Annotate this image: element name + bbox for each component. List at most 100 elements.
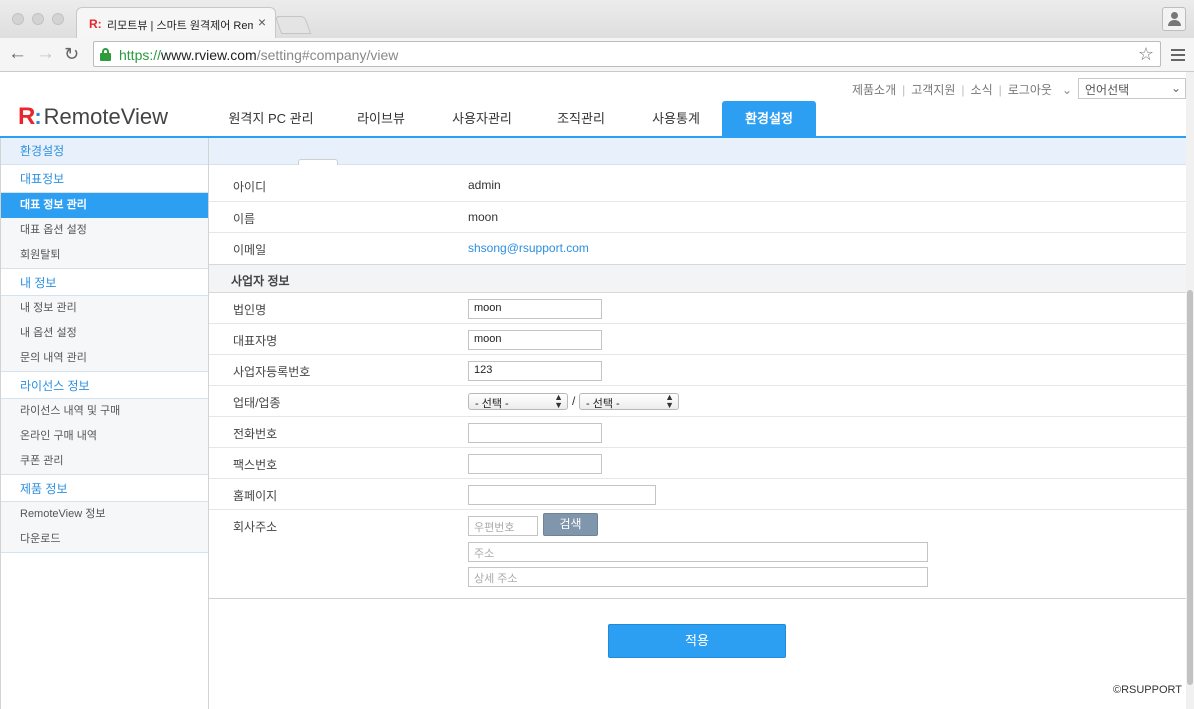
name-value: moon: [468, 210, 499, 224]
reg-number-input[interactable]: 123: [468, 361, 602, 381]
zipcode-input[interactable]: 우편번호: [468, 516, 538, 536]
star-icon[interactable]: ☆: [1138, 44, 1154, 65]
phone-input[interactable]: [468, 423, 602, 443]
id-label: 아이디: [233, 180, 267, 194]
zoom-window-icon[interactable]: [52, 13, 64, 25]
browser-tab[interactable]: R: 리모트뷰 | 스마트 원격제어 RemoteView ×: [76, 7, 276, 39]
row-name: 이름 moon: [209, 202, 1186, 233]
business-type-label: 업태/업종: [233, 396, 281, 410]
sidebar-item-online-orders[interactable]: 온라인 구매 내역: [1, 424, 208, 449]
row-reg-number: 사업자등록번호 123: [209, 355, 1186, 386]
url-text: https://www.rview.com/setting#company/vi…: [119, 47, 399, 63]
ceo-name-input[interactable]: moon: [468, 330, 602, 350]
fax-label: 팩스번호: [233, 458, 278, 472]
browser-titlebar: R: 리모트뷰 | 스마트 원격제어 RemoteView ×: [0, 0, 1194, 39]
rview-favicon-icon: R:: [89, 17, 102, 31]
sidebar-item-company-options[interactable]: 대표 옵션 설정: [1, 218, 208, 243]
sidebar-item-coupons[interactable]: 쿠폰 관리: [1, 449, 208, 474]
section-title: 사업자 정보: [231, 274, 290, 288]
nav-remote-pc[interactable]: 원격지 PC 관리: [212, 101, 330, 136]
nav-users[interactable]: 사용자관리: [432, 101, 532, 136]
main-content: 아이디 admin 이름 moon 이메일 shsong@rsupport.co…: [209, 138, 1186, 709]
sidebar-item-license-purchase[interactable]: 라이선스 내역 및 구매: [1, 399, 208, 424]
form-bottom-divider: [209, 598, 1186, 599]
menu-icon[interactable]: [1171, 49, 1185, 61]
row-ceo-name: 대표자명 moon: [209, 324, 1186, 355]
chevron-down-icon: ⌄: [1170, 81, 1181, 95]
section-business-info: 사업자 정보: [209, 264, 1186, 293]
row-business-type: 업태/업종 - 선택 - ▲ ▼ / - 선택 - ▲ ▼: [209, 386, 1186, 417]
address-label: 회사주소: [233, 520, 278, 534]
sidebar-item-my-info[interactable]: 내 정보 관리: [1, 296, 208, 321]
back-arrow-icon[interactable]: ←: [8, 44, 27, 64]
logo[interactable]: R:RemoteView: [18, 103, 168, 130]
phone-label: 전화번호: [233, 427, 278, 441]
row-address: 회사주소 우편번호 검색 주소 상세 주소: [209, 510, 1186, 594]
tab-close-icon[interactable]: ×: [258, 14, 266, 30]
sidebar-item-withdraw[interactable]: 회원탈퇴: [1, 243, 208, 268]
sidebar-item-remoteview-info[interactable]: RemoteView 정보: [1, 502, 208, 527]
link-news[interactable]: 소식: [971, 83, 993, 97]
link-support[interactable]: 고객지원: [911, 83, 955, 97]
row-email: 이메일 shsong@rsupport.com: [209, 233, 1186, 264]
updown-arrow-icon: ▲ ▼: [554, 392, 563, 410]
lock-icon: [100, 48, 111, 61]
language-select[interactable]: 언어선택 ⌄: [1078, 78, 1186, 99]
business-type-select[interactable]: - 선택 - ▲ ▼: [468, 393, 568, 410]
ceo-name-label: 대표자명: [233, 334, 278, 348]
close-window-icon[interactable]: [12, 13, 24, 25]
fax-input[interactable]: [468, 454, 602, 474]
address-detail-input[interactable]: 상세 주소: [468, 567, 928, 587]
corp-name-input[interactable]: moon: [468, 299, 602, 319]
sidebar-group-product[interactable]: 제품 정보: [1, 474, 208, 502]
row-corp-name: 법인명 moon: [209, 293, 1186, 324]
browser-toolbar: ← → ↻ https://www.rview.com/setting#comp…: [0, 38, 1194, 72]
minimize-window-icon[interactable]: [32, 13, 44, 25]
sidebar-item-company-info[interactable]: 대표 정보 관리: [1, 193, 208, 218]
sidebar: 환경설정 대표정보 대표 정보 관리 대표 옵션 설정 회원탈퇴 내 정보 내 …: [0, 138, 209, 709]
content-tab[interactable]: [298, 159, 338, 165]
address-search-button[interactable]: 검색: [543, 513, 598, 536]
row-fax: 팩스번호: [209, 448, 1186, 479]
reg-number-label: 사업자등록번호: [233, 365, 311, 379]
link-product[interactable]: 제품소개: [852, 83, 896, 97]
email-link[interactable]: shsong@rsupport.com: [468, 241, 589, 255]
business-category-select[interactable]: - 선택 - ▲ ▼: [579, 393, 679, 410]
page: 제품소개 | 고객지원 | 소식 | 로그아웃 ⌄ 언어선택 ⌄ R:RemoteView 원격…: [0, 72, 1194, 709]
nav-settings[interactable]: 환경설정: [722, 101, 816, 136]
address-bar[interactable]: https://www.rview.com/setting#company/vi…: [93, 41, 1161, 67]
email-label: 이메일: [233, 243, 267, 257]
nav-organization[interactable]: 조직관리: [532, 101, 630, 136]
sidebar-item-inquiries[interactable]: 문의 내역 관리: [1, 346, 208, 371]
homepage-label: 홈페이지: [233, 489, 278, 503]
page-scrollbar[interactable]: [1186, 72, 1194, 709]
nav-liveview[interactable]: 라이브뷰: [330, 101, 432, 136]
id-value: admin: [468, 178, 501, 192]
new-tab-button[interactable]: [274, 16, 312, 34]
sidebar-group-my-info[interactable]: 내 정보: [1, 268, 208, 296]
row-phone: 전화번호: [209, 417, 1186, 448]
apply-button[interactable]: 적용: [608, 624, 786, 658]
sidebar-group-license[interactable]: 라이선스 정보: [1, 371, 208, 399]
sidebar-title: 환경설정: [1, 138, 208, 165]
chevron-down-icon[interactable]: ⌄: [1062, 83, 1072, 97]
tab-title: 리모트뷰 | 스마트 원격제어 RemoteView: [107, 20, 253, 32]
updown-arrow-icon: ▲ ▼: [665, 392, 674, 410]
scrollbar-thumb[interactable]: [1187, 290, 1193, 685]
forward-arrow-icon[interactable]: →: [36, 44, 55, 64]
nav-statistics[interactable]: 사용통계: [630, 101, 722, 136]
reload-icon[interactable]: ↻: [64, 44, 79, 64]
utility-links: 제품소개 | 고객지원 | 소식 | 로그아웃 ⌄: [851, 83, 1072, 97]
sidebar-item-my-options[interactable]: 내 옵션 설정: [1, 321, 208, 346]
sidebar-group-company[interactable]: 대표정보: [1, 165, 208, 193]
type-separator: /: [572, 394, 576, 408]
address-input[interactable]: 주소: [468, 542, 928, 562]
homepage-input[interactable]: [468, 485, 656, 505]
sidebar-item-download[interactable]: 다운로드: [1, 527, 208, 552]
row-homepage: 홈페이지: [209, 479, 1186, 510]
link-logout[interactable]: 로그아웃: [1008, 83, 1052, 97]
profile-icon[interactable]: [1162, 7, 1186, 31]
row-id: 아이디 admin: [209, 171, 1186, 202]
corp-name-label: 법인명: [233, 303, 267, 317]
copyright: ©RSUPPORT: [1112, 684, 1182, 696]
